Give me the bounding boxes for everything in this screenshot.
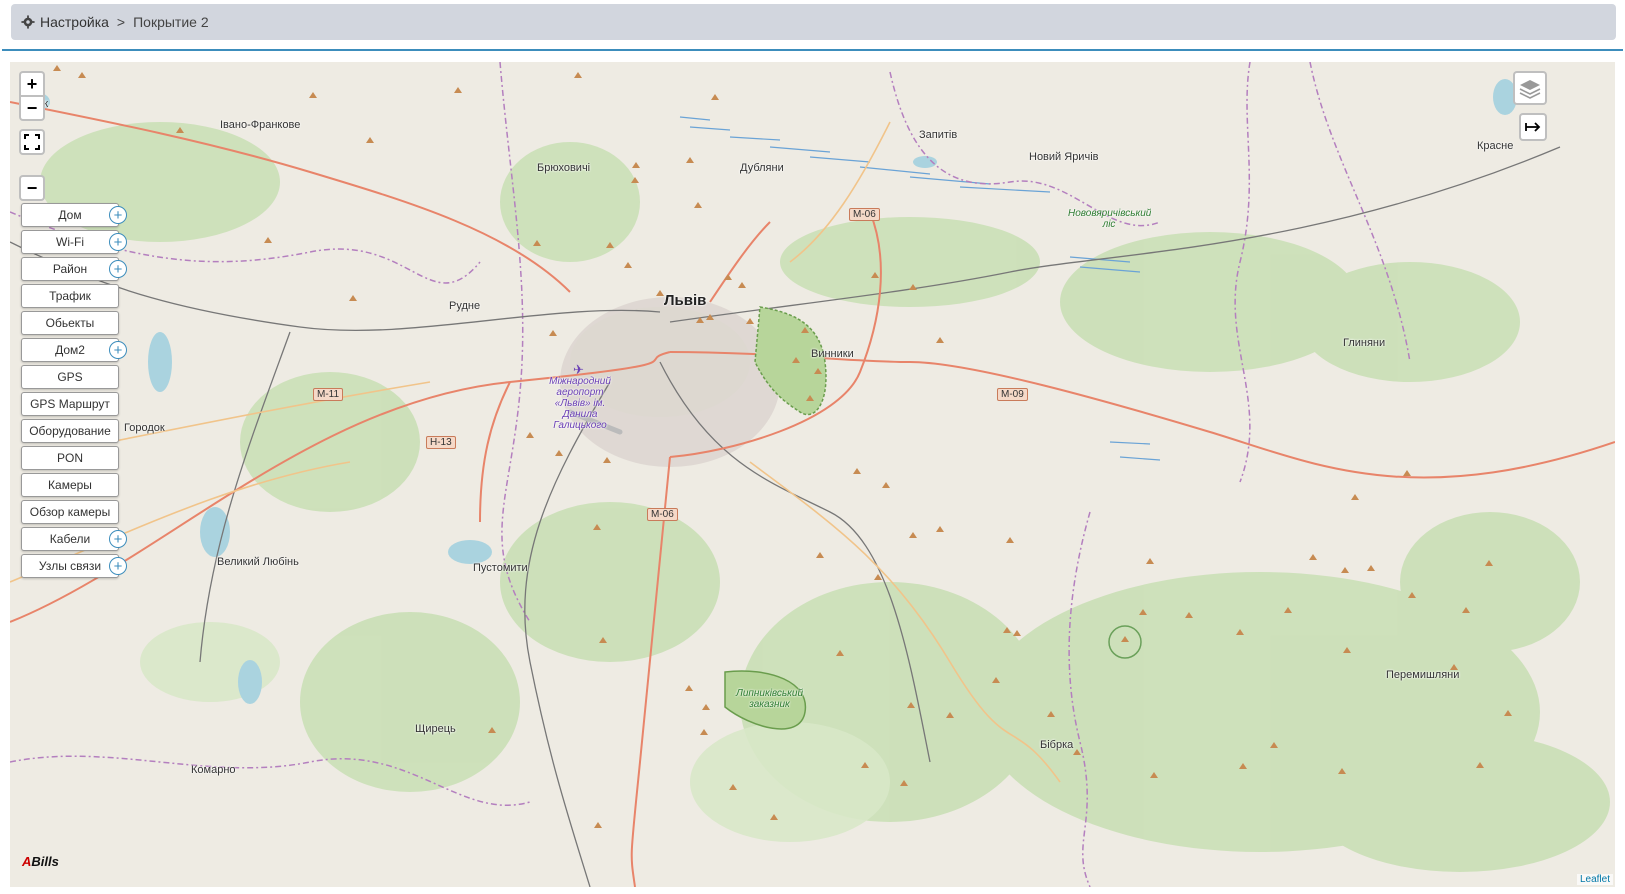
layer-button[interactable]: Обьекты: [21, 311, 119, 335]
layer-add-icon[interactable]: +: [109, 233, 127, 251]
place-novyi-yarychiv: Новий Яричів: [1029, 151, 1099, 163]
breadcrumb-settings[interactable]: Настройка: [40, 14, 109, 30]
breadcrumb-separator: >: [116, 14, 126, 30]
place-zapytiv: Запитів: [919, 129, 958, 141]
zoom-in-button[interactable]: +: [19, 71, 45, 97]
road-shield-m06-south: М-06: [647, 508, 678, 521]
layer-button[interactable]: GPS: [21, 365, 119, 389]
layer-button[interactable]: Район: [21, 257, 119, 281]
layer-button[interactable]: Дом2: [21, 338, 119, 362]
place-hlynyany: Глиняни: [1343, 337, 1386, 349]
place-krasne: Красне: [1477, 140, 1514, 152]
layers-collapse-button[interactable]: −: [19, 175, 45, 201]
layer-button[interactable]: Оборудование: [21, 419, 119, 443]
place-forest: Нововяричівський ліс: [1068, 208, 1152, 230]
place-lviv: Львів: [664, 292, 707, 309]
layers-switcher-button[interactable]: [1513, 71, 1547, 105]
place-bryukhovychi: Брюховичі: [537, 162, 591, 174]
zoom-out-button[interactable]: −: [19, 95, 45, 121]
place-reserve: Липниківський заказник: [735, 688, 804, 710]
layers-icon: [1519, 80, 1541, 99]
map-tiles[interactable]: [10, 62, 1615, 887]
sidebar-toggle-button[interactable]: [1519, 113, 1547, 141]
map-container[interactable]: ськ Івано-Франкове Брюховичі Дубляни Зап…: [10, 62, 1615, 887]
header-divider: [2, 49, 1623, 51]
place-dublyany: Дубляни: [740, 162, 784, 174]
fullscreen-button[interactable]: [19, 129, 45, 155]
layer-button[interactable]: Камеры: [21, 473, 119, 497]
layer-button[interactable]: Кабели: [21, 527, 119, 551]
road-shield-m06-north: М-06: [849, 208, 880, 221]
layer-add-icon[interactable]: +: [109, 260, 127, 278]
place-peremyshlyany: Перемишляни: [1386, 669, 1460, 681]
arrow-right-icon: [1525, 122, 1541, 132]
layer-button[interactable]: Wi-Fi: [21, 230, 119, 254]
place-airport: Міжнародний аеропорт «Львів» ім. Данила …: [549, 376, 611, 431]
place-rudne: Рудне: [449, 300, 481, 312]
road-shield-h13: Н-13: [426, 436, 456, 449]
road-shield-m11: М-11: [313, 388, 344, 401]
leaflet-attribution[interactable]: Leaflet: [1576, 874, 1613, 885]
layer-button[interactable]: PON: [21, 446, 119, 470]
place-komarno: Комарно: [191, 764, 236, 776]
layer-button[interactable]: Трафик: [21, 284, 119, 308]
airplane-icon: ✈: [573, 362, 584, 377]
gear-icon: [21, 15, 35, 29]
abills-logo: ABills: [22, 854, 59, 869]
layer-button[interactable]: Обзор камеры: [21, 500, 119, 524]
place-horodok: Городок: [124, 422, 165, 434]
breadcrumb-current: Покрытие 2: [133, 14, 209, 30]
layer-button[interactable]: GPS Маршрут: [21, 392, 119, 416]
layer-button[interactable]: Узлы связи: [21, 554, 119, 578]
place-ivano-frankove: Івано-Франкове: [220, 119, 301, 131]
layer-add-icon[interactable]: +: [109, 530, 127, 548]
layer-add-icon[interactable]: +: [109, 557, 127, 575]
place-bibrka: Бібрка: [1040, 739, 1074, 751]
fullscreen-icon: [24, 134, 40, 150]
layer-add-icon[interactable]: +: [109, 341, 127, 359]
layer-add-icon[interactable]: +: [109, 206, 127, 224]
place-pustomyty: Пустомити: [473, 562, 528, 574]
road-shield-m09: М-09: [997, 388, 1028, 401]
breadcrumb: Настройка > Покрытие 2: [11, 4, 1616, 40]
place-shchyrets: Щирець: [415, 723, 456, 735]
place-vynnyky: Винники: [811, 348, 854, 360]
place-velykyi-lyubin: Великий Любінь: [217, 556, 299, 568]
layer-button[interactable]: Дом: [21, 203, 119, 227]
